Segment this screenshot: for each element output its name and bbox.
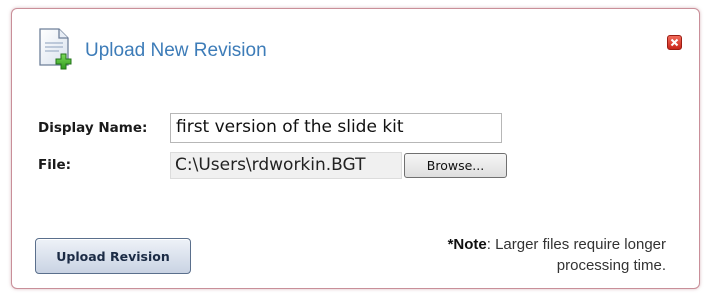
note-line1: : Larger files require longer xyxy=(486,236,666,253)
note-prefix: *Note xyxy=(447,236,487,253)
file-label: File: xyxy=(38,157,72,173)
browse-button[interactable]: Browse... xyxy=(404,153,507,178)
dialog-title: Upload New Revision xyxy=(85,40,267,61)
upload-revision-dialog: Upload New Revision Display Name: first … xyxy=(11,8,700,289)
document-add-icon xyxy=(37,27,77,71)
note-line2: processing time. xyxy=(556,257,666,274)
dialog-header: Upload New Revision xyxy=(37,27,267,71)
file-path-field[interactable]: C:\Users\rdworkin.BGT xyxy=(170,152,402,179)
note-text: *Note: Larger files require longer proce… xyxy=(346,234,666,276)
close-button[interactable] xyxy=(667,35,682,50)
upload-revision-button[interactable]: Upload Revision xyxy=(35,238,191,274)
display-name-label: Display Name: xyxy=(38,120,148,136)
close-icon xyxy=(670,38,679,47)
display-name-input[interactable]: first version of the slide kit xyxy=(170,113,502,143)
